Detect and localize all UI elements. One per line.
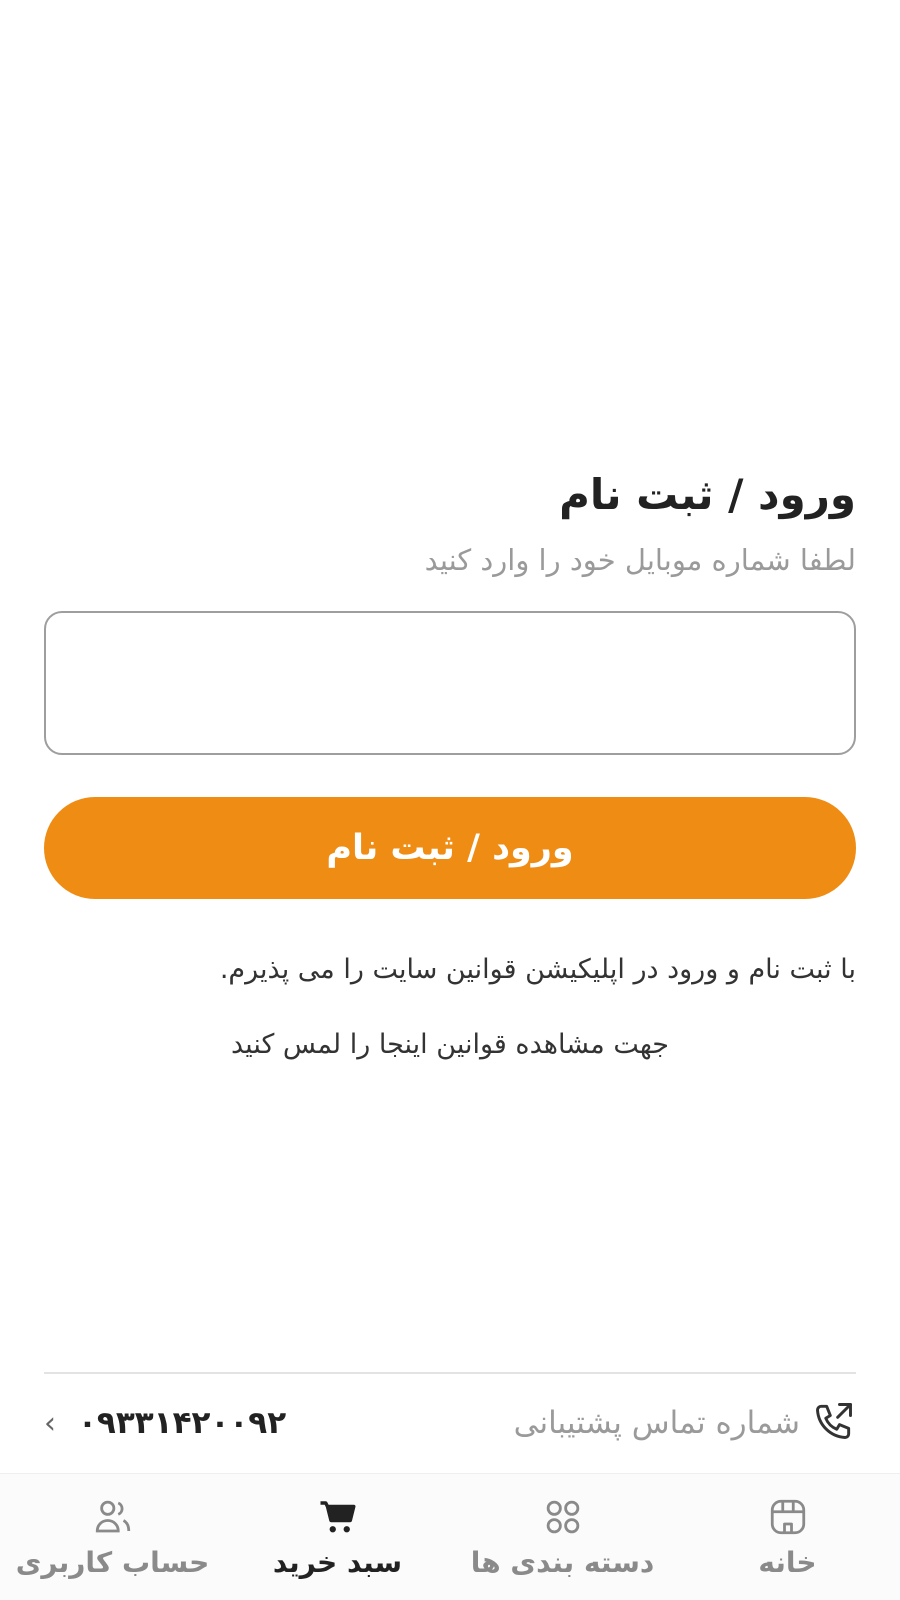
phone-outgoing-icon <box>812 1399 856 1447</box>
nav-label-account: حساب کاربری <box>15 1545 210 1579</box>
support-info: شماره تماس پشتیبانی <box>514 1399 856 1447</box>
terms-link[interactable]: جهت مشاهده قوانین اینجا را لمس کنید <box>44 1029 856 1060</box>
login-form: ورود / ثبت نام لطفا شماره موبایل خود را … <box>44 470 856 1060</box>
nav-label-home: خانه <box>758 1545 817 1579</box>
nav-item-categories[interactable]: دسته بندی ها <box>450 1496 675 1579</box>
nav-label-categories: دسته بندی ها <box>470 1545 655 1579</box>
store-icon <box>770 1499 805 1534</box>
support-phone-link[interactable]: ‹ ۰۹۳۳۱۴۲۰۰۹۲ <box>44 1405 286 1441</box>
support-label: شماره تماس پشتیبانی <box>513 1405 800 1441</box>
login-page: ورود / ثبت نام لطفا شماره موبایل خود را … <box>0 0 900 1600</box>
page-title: ورود / ثبت نام <box>559 470 856 519</box>
support-row: ‹ ۰۹۳۳۱۴۲۰۰۹۲ شماره تماس پشتیبانی <box>44 1395 856 1451</box>
login-register-button[interactable]: ورود / ثبت نام <box>44 797 856 899</box>
terms-notice: با ثبت نام و ورود در اپلیکیشن قوانین سای… <box>219 954 856 985</box>
nav-item-home[interactable]: خانه <box>675 1496 900 1579</box>
support-phone-number: ۰۹۳۳۱۴۲۰۰۹۲ <box>78 1405 287 1441</box>
grid-icon <box>546 1500 579 1533</box>
bottom-navigation: خانه دسته بندی ها سبد خرید حساب کاربری <box>0 1473 900 1600</box>
chevron-left-icon: ‹ <box>44 1405 56 1441</box>
divider <box>44 1372 856 1374</box>
phone-prompt: لطفا شماره موبایل خود را وارد کنید <box>424 543 856 577</box>
nav-label-cart: سبد خرید <box>272 1545 403 1579</box>
nav-item-cart[interactable]: سبد خرید <box>225 1496 450 1579</box>
phone-input[interactable] <box>44 611 856 755</box>
users-icon <box>95 1500 130 1532</box>
nav-item-account[interactable]: حساب کاربری <box>0 1496 225 1579</box>
cart-icon <box>320 1500 355 1532</box>
